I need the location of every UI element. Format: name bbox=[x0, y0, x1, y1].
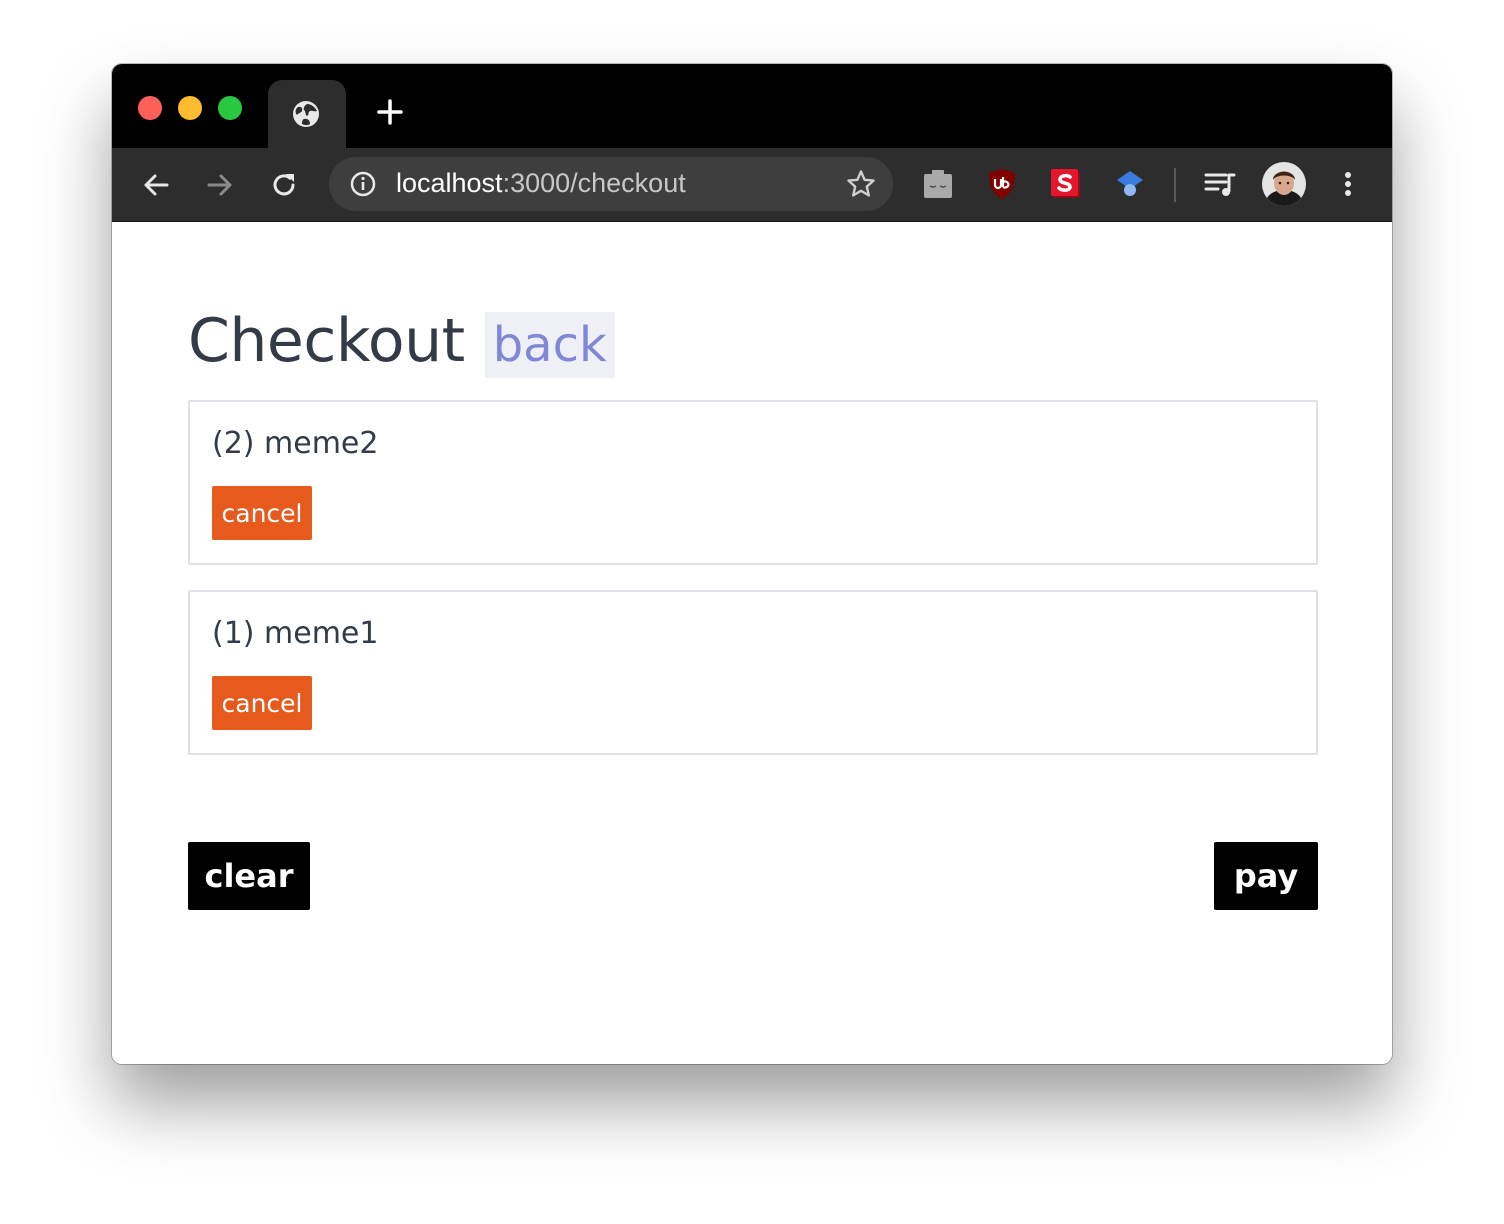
menu-kebab-icon[interactable] bbox=[1330, 166, 1366, 202]
cancel-button[interactable]: cancel bbox=[212, 676, 312, 730]
clear-button[interactable]: clear bbox=[188, 842, 310, 910]
back-link[interactable]: back bbox=[484, 312, 615, 378]
url-path: :3000/checkout bbox=[502, 168, 686, 198]
s-extension-icon[interactable] bbox=[1048, 166, 1084, 202]
url-text[interactable]: localhost:3000/checkout bbox=[396, 168, 686, 199]
page-title: Checkout bbox=[188, 306, 465, 376]
browser-window: localhost:3000/checkout Checkout back (2… bbox=[112, 64, 1392, 1064]
forward-icon[interactable] bbox=[204, 169, 236, 201]
profile-photo-icon bbox=[1262, 162, 1306, 206]
tab-strip bbox=[112, 64, 1392, 148]
page-heading: Checkout back bbox=[188, 304, 615, 378]
toolbar-divider bbox=[1174, 168, 1176, 202]
active-tab[interactable] bbox=[268, 80, 346, 148]
browser-toolbar: localhost:3000/checkout bbox=[112, 148, 1392, 222]
ublock-icon[interactable] bbox=[984, 166, 1020, 202]
url-host: localhost bbox=[396, 168, 503, 198]
profile-avatar[interactable] bbox=[1262, 162, 1306, 206]
toggl-extension-icon[interactable] bbox=[920, 166, 956, 202]
back-icon[interactable] bbox=[140, 169, 172, 201]
blue-extension-icon[interactable] bbox=[1112, 166, 1148, 202]
new-tab-plus-icon[interactable] bbox=[374, 96, 406, 128]
info-icon[interactable] bbox=[349, 170, 377, 198]
page-content: Checkout back (2) meme2 cancel (1) meme1… bbox=[112, 222, 1392, 1064]
globe-icon bbox=[293, 101, 319, 127]
close-window-button[interactable] bbox=[138, 96, 162, 120]
reload-icon[interactable] bbox=[268, 169, 300, 201]
pay-button[interactable]: pay bbox=[1214, 842, 1318, 910]
media-playlist-icon[interactable] bbox=[1202, 166, 1238, 202]
cancel-button[interactable]: cancel bbox=[212, 486, 312, 540]
address-bar[interactable]: localhost:3000/checkout bbox=[329, 157, 893, 211]
maximize-window-button[interactable] bbox=[218, 96, 242, 120]
star-icon[interactable] bbox=[845, 168, 877, 200]
minimize-window-button[interactable] bbox=[178, 96, 202, 120]
cart-item: (1) meme1 cancel bbox=[188, 590, 1318, 755]
cart-item: (2) meme2 cancel bbox=[188, 400, 1318, 565]
cart-item-name: (2) meme2 bbox=[212, 426, 379, 461]
cart-item-name: (1) meme1 bbox=[212, 616, 379, 651]
